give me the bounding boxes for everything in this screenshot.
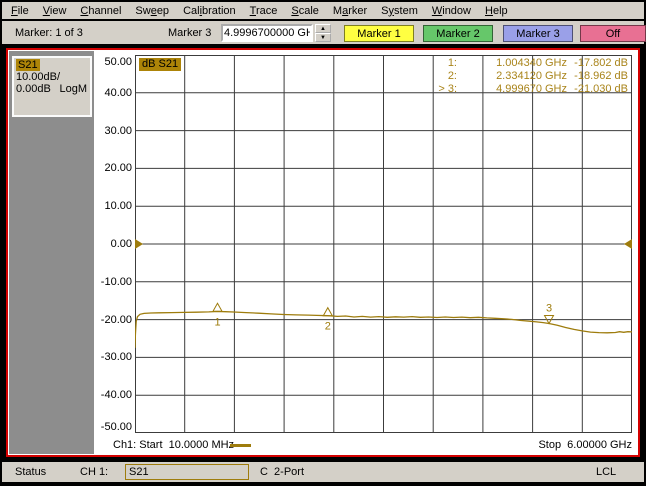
marker-readout-row: 2: 2.334120 GHz -18.962 dB: [380, 70, 628, 83]
trace-format-label: LogM: [59, 83, 87, 95]
svg-text:2: 2: [325, 321, 331, 333]
y-axis-label: -20.00: [100, 314, 132, 326]
spinner-up-button[interactable]: ▲: [315, 24, 331, 33]
active-trace-box[interactable]: S21: [125, 464, 249, 480]
status-label: Status: [15, 466, 47, 478]
marker-readout-row: > 3: 4.999670 GHz -21.030 dB: [380, 83, 628, 96]
y-axis-label: -30.00: [100, 351, 132, 363]
status-bar: Status CH 1: S21 C 2-Port LCL: [2, 462, 644, 482]
menu-trace[interactable]: Trace: [243, 4, 285, 18]
plot-grid[interactable]: 1 2 3: [135, 55, 632, 433]
marker-value: -21.030 dB: [574, 83, 628, 95]
y-axis-label: 10.00: [104, 200, 132, 212]
trace-name-chip[interactable]: S21: [16, 59, 40, 71]
trace-info-box: S21 10.00dB/ 0.00dB LogM: [12, 56, 92, 117]
trace-scale-label: 10.00dB/: [16, 71, 61, 83]
menu-calibration[interactable]: Calibration: [176, 4, 243, 18]
marker-off-button[interactable]: Off: [580, 25, 646, 42]
y-axis-label: 40.00: [104, 87, 132, 99]
s21-trace-chart: 1 2 3: [135, 55, 632, 433]
trace-ref-label: 0.00dB: [16, 83, 51, 95]
marker-readout-row: 1: 1.004340 GHz -17.802 dB: [380, 57, 628, 70]
sweep-start-label: Ch1: Start 10.0000 MHz: [113, 439, 235, 451]
menu-view[interactable]: View: [36, 4, 74, 18]
marker-id: 2:: [447, 70, 457, 82]
menu-help[interactable]: Help: [478, 4, 515, 18]
marker-count-label: Marker: 1 of 3: [15, 27, 83, 39]
menu-sweep[interactable]: Sweep: [128, 4, 176, 18]
menu-scale[interactable]: Scale: [284, 4, 326, 18]
svg-text:3: 3: [546, 303, 552, 315]
menu-system[interactable]: System: [374, 4, 425, 18]
marker-id: > 3:: [438, 83, 457, 95]
trace-title-chip: dB S21: [139, 58, 182, 71]
marker-readout: 1: 1.004340 GHz -17.802 dB 2: 2.334120 G…: [380, 57, 628, 96]
marker-id: 1:: [447, 57, 457, 69]
y-axis-label: 30.00: [104, 125, 132, 137]
trace-sidebar: S21 10.00dB/ 0.00dB LogM: [9, 51, 94, 454]
trace-color-legend-icon: [230, 444, 251, 447]
marker-freq: 4.999670 GHz: [496, 83, 567, 95]
marker-value: -18.962 dB: [574, 70, 628, 82]
marker-frequency-input[interactable]: [221, 24, 313, 42]
y-axis-label: 20.00: [104, 162, 132, 174]
menu-marker[interactable]: Marker: [326, 4, 374, 18]
marker-field-label: Marker 3: [168, 27, 212, 39]
spinner-down-button[interactable]: ▼: [315, 33, 331, 42]
menu-file[interactable]: File: [4, 4, 36, 18]
menu-window[interactable]: Window: [425, 4, 478, 18]
sweep-stop-label: Stop 6.00000 GHz: [538, 439, 632, 451]
menu-channel[interactable]: Channel: [73, 4, 128, 18]
y-axis-label: -50.00: [100, 421, 132, 433]
cal-status-label: C 2-Port: [260, 466, 305, 478]
marker-toolbar: Marker: 1 of 3 Marker 3 ▲ ▼ Marker 1 Mar…: [2, 21, 646, 44]
lcl-mode-label: LCL: [596, 466, 617, 478]
svg-text:1: 1: [214, 316, 220, 328]
marker-freq: 2.334120 GHz: [496, 70, 567, 82]
marker-1-button[interactable]: Marker 1: [344, 25, 414, 42]
y-axis-label: -40.00: [100, 389, 132, 401]
y-axis-label: 50.00: [104, 56, 132, 68]
menu-bar: File View Channel Sweep Calibration Trac…: [2, 2, 644, 19]
y-axis-label: 0.00: [110, 238, 132, 250]
channel-label: CH 1:: [80, 466, 109, 478]
marker-3-button[interactable]: Marker 3: [503, 25, 573, 42]
frequency-spinner: ▲ ▼: [315, 24, 331, 42]
y-axis-label: -10.00: [100, 276, 132, 288]
marker-2-button[interactable]: Marker 2: [423, 25, 493, 42]
vna-application-window: File View Channel Sweep Calibration Trac…: [0, 0, 646, 486]
marker-value: -17.802 dB: [574, 57, 628, 69]
marker-freq: 1.004340 GHz: [496, 57, 567, 69]
